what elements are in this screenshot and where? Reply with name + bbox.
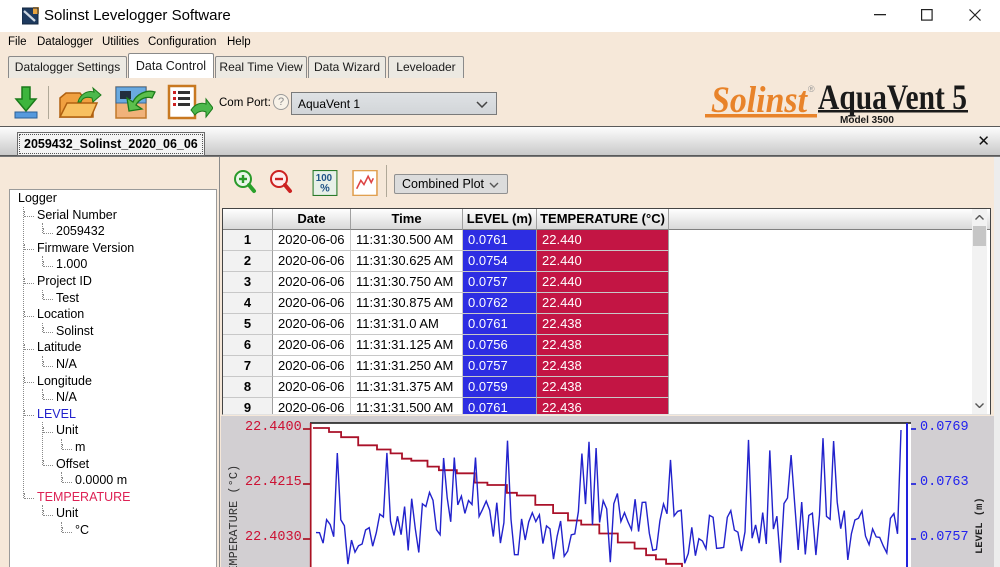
svg-text:%: % — [320, 183, 330, 195]
svg-text:®: ® — [808, 84, 815, 94]
svg-text:Model 3500: Model 3500 — [840, 115, 894, 126]
